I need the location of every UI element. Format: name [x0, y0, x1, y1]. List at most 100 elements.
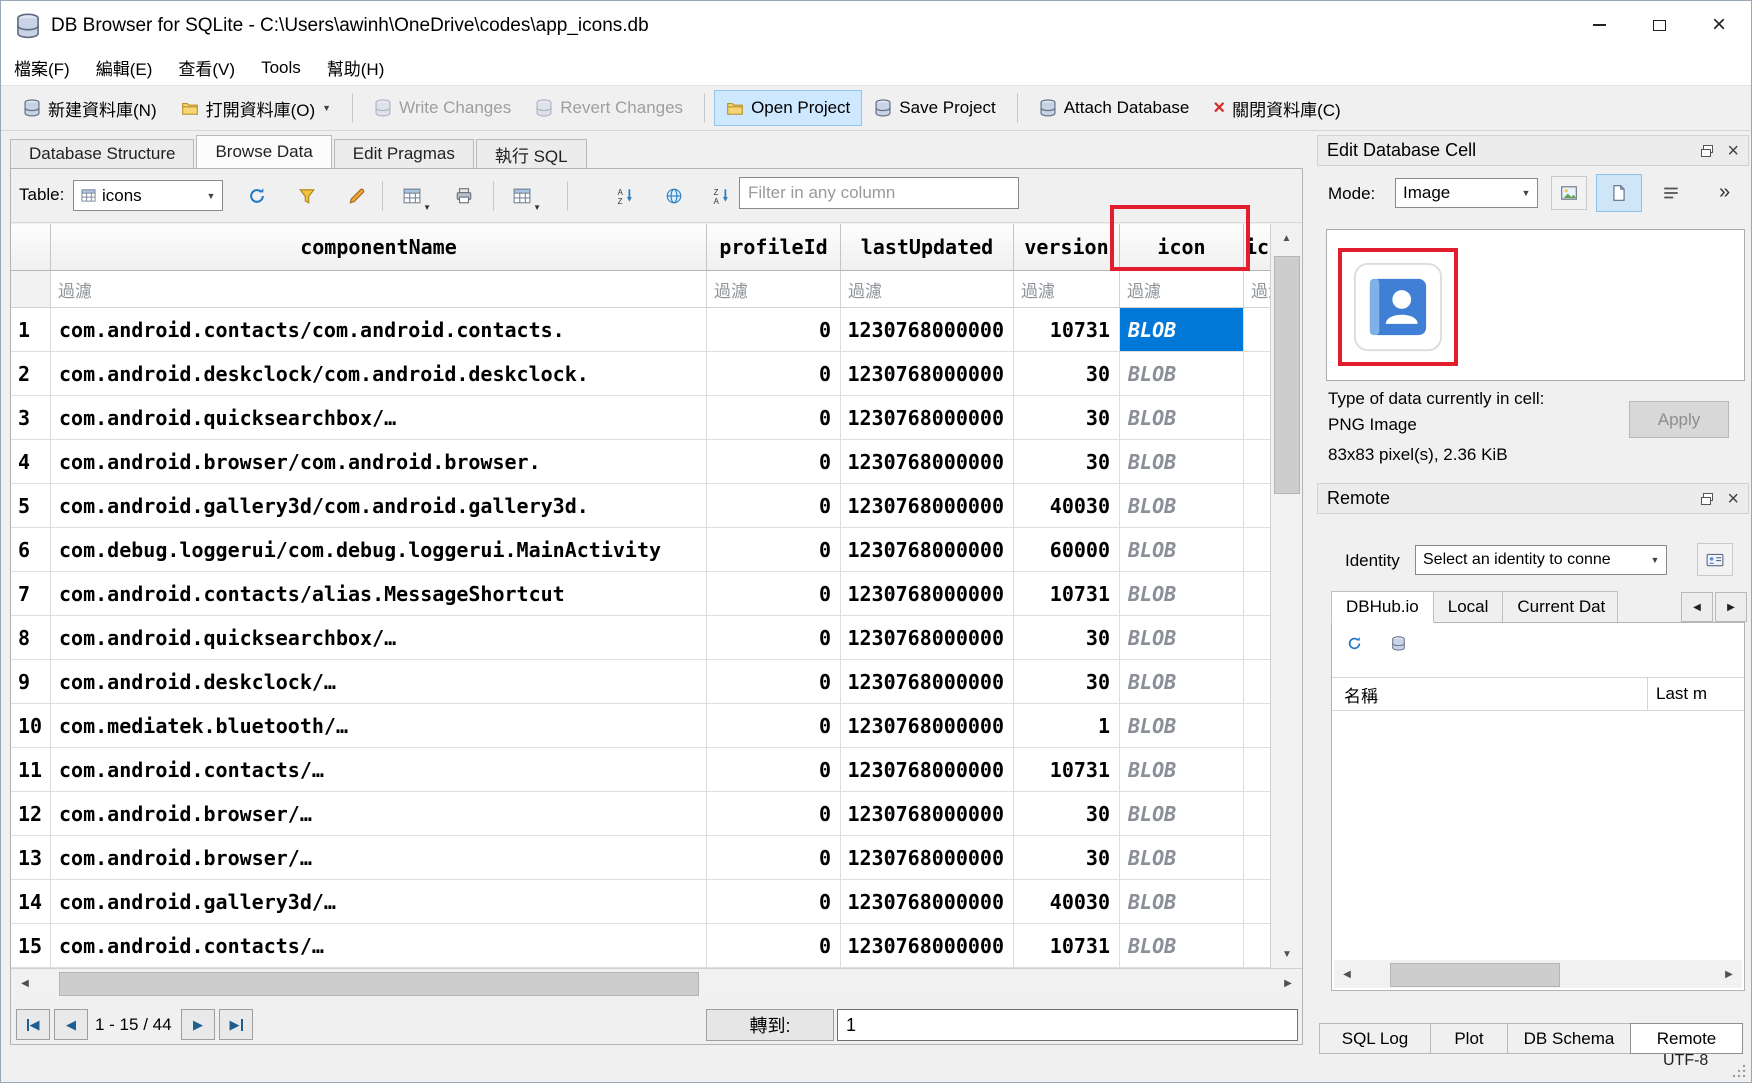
cell-version[interactable]: 30 [1014, 440, 1120, 484]
remote-hscroll-track[interactable] [1360, 961, 1716, 987]
remote-tab-local[interactable]: Local [1433, 591, 1504, 623]
apply-button[interactable]: Apply [1629, 401, 1729, 438]
cell-profileid[interactable]: 0 [707, 704, 841, 748]
row-number[interactable]: 7 [11, 572, 51, 616]
cell-componentname[interactable]: com.android.gallery3d/… [51, 880, 707, 924]
remote-refresh-button[interactable] [1340, 629, 1368, 657]
scroll-right-icon[interactable]: ▶ [1716, 961, 1742, 987]
cell-version[interactable]: 10731 [1014, 572, 1120, 616]
grid-vscrollbar[interactable]: ▲ ▼ [1270, 224, 1302, 968]
cell-componentname[interactable]: com.android.deskclock/… [51, 660, 707, 704]
row-number[interactable]: 10 [11, 704, 51, 748]
chevron-down-icon[interactable]: ▼ [200, 191, 222, 201]
tab-edit-pragmas[interactable]: Edit Pragmas [334, 139, 474, 168]
cell-partial[interactable] [1244, 880, 1270, 924]
cell-icon[interactable]: BLOB [1120, 308, 1244, 352]
cell-profileid[interactable]: 0 [707, 748, 841, 792]
remote-hscroll-thumb[interactable] [1390, 963, 1560, 987]
row-number[interactable]: 6 [11, 528, 51, 572]
cell-partial[interactable] [1244, 528, 1270, 572]
cell-profileid[interactable]: 0 [707, 440, 841, 484]
cell-icon[interactable]: BLOB [1120, 660, 1244, 704]
cell-icon[interactable]: BLOB [1120, 440, 1244, 484]
delete-record-button[interactable]: ▼ [505, 179, 539, 213]
tab-execute-sql[interactable]: 執行 SQL [476, 139, 587, 168]
cell-version[interactable]: 30 [1014, 396, 1120, 440]
cell-version[interactable]: 30 [1014, 836, 1120, 880]
text-view-toggle-button[interactable] [1596, 174, 1642, 212]
dock-tab-plot[interactable]: Plot [1430, 1023, 1508, 1054]
cell-icon[interactable]: BLOB [1120, 704, 1244, 748]
close-button[interactable]: × [1689, 1, 1749, 49]
cell-partial[interactable] [1244, 440, 1270, 484]
cell-partial[interactable] [1244, 308, 1270, 352]
float-panel-icon[interactable] [1699, 491, 1715, 507]
remote-hscrollbar[interactable]: ◀ ▶ [1334, 960, 1742, 988]
cell-profileid[interactable]: 0 [707, 352, 841, 396]
tab-scroll-right-button[interactable]: ▶ [1715, 592, 1747, 622]
row-number[interactable]: 5 [11, 484, 51, 528]
table-row[interactable]: 9 com.android.deskclock/… 0 123076800000… [11, 660, 1270, 704]
minimize-button[interactable] [1569, 1, 1629, 49]
cell-icon[interactable]: BLOB [1120, 924, 1244, 968]
cell-version[interactable]: 60000 [1014, 528, 1120, 572]
cell-lastupdated[interactable]: 1230768000000 [841, 704, 1014, 748]
cell-lastupdated[interactable]: 1230768000000 [841, 396, 1014, 440]
scroll-left-icon[interactable]: ◀ [11, 970, 39, 998]
filter-componentname[interactable]: 過濾 [51, 271, 707, 308]
cell-componentname[interactable]: com.android.contacts/com.android.contact… [51, 308, 707, 352]
cell-componentname[interactable]: com.android.browser/com.android.browser. [51, 440, 707, 484]
table-row[interactable]: 14 com.android.gallery3d/… 0 12307680000… [11, 880, 1270, 924]
filter-lastupdated[interactable]: 過濾 [841, 271, 1014, 308]
filter-icon[interactable]: 過濾 [1120, 271, 1244, 308]
table-row[interactable]: 2 com.android.deskclock/com.android.desk… [11, 352, 1270, 396]
menu-view[interactable]: 查看(V) [165, 50, 248, 85]
cell-partial[interactable] [1244, 924, 1270, 968]
table-row[interactable]: 6 com.debug.loggerui/com.debug.loggerui.… [11, 528, 1270, 572]
table-row[interactable]: 7 com.android.contacts/alias.MessageShor… [11, 572, 1270, 616]
cell-lastupdated[interactable]: 1230768000000 [841, 352, 1014, 396]
table-row[interactable]: 5 com.android.gallery3d/com.android.gall… [11, 484, 1270, 528]
cell-lastupdated[interactable]: 1230768000000 [841, 792, 1014, 836]
filter-version[interactable]: 過濾 [1014, 271, 1120, 308]
corner-header[interactable] [11, 224, 51, 271]
attach-database-button[interactable]: Attach Database [1027, 90, 1202, 126]
remote-tab-dbhub[interactable]: DBHub.io [1331, 591, 1434, 623]
encoding-button[interactable] [657, 179, 691, 213]
cell-componentname[interactable]: com.android.contacts/alias.MessageShortc… [51, 572, 707, 616]
remote-tab-current-database[interactable]: Current Dat [1502, 591, 1618, 623]
column-header-version[interactable]: version [1014, 224, 1120, 271]
cell-icon[interactable]: BLOB [1120, 484, 1244, 528]
sort-ascending-button[interactable] [609, 179, 643, 213]
cell-lastupdated[interactable]: 1230768000000 [841, 616, 1014, 660]
cell-profileid[interactable]: 0 [707, 528, 841, 572]
close-database-button[interactable]: × 關閉資料庫(C) [1201, 88, 1352, 129]
scroll-left-icon[interactable]: ◀ [1334, 961, 1360, 987]
row-number[interactable]: 12 [11, 792, 51, 836]
previous-record-button[interactable]: ◀ [54, 1009, 88, 1040]
menu-help[interactable]: 幫助(H) [314, 50, 398, 85]
cell-partial[interactable] [1244, 572, 1270, 616]
open-database-caret-icon[interactable]: ▼ [322, 103, 331, 113]
chevron-down-icon[interactable]: ▼ [1515, 188, 1537, 198]
cell-partial[interactable] [1244, 704, 1270, 748]
table-row[interactable]: 1 com.android.contacts/com.android.conta… [11, 308, 1270, 352]
column-header-icon[interactable]: icon [1120, 224, 1244, 271]
cell-icon[interactable]: BLOB [1120, 616, 1244, 660]
close-panel-icon[interactable]: × [1727, 489, 1739, 509]
cell-icon[interactable]: BLOB [1120, 572, 1244, 616]
table-row[interactable]: 10 com.mediatek.bluetooth/… 0 1230768000… [11, 704, 1270, 748]
identity-settings-button[interactable] [1697, 543, 1733, 576]
cell-componentname[interactable]: com.android.browser/… [51, 792, 707, 836]
revert-changes-button[interactable]: Revert Changes [523, 90, 695, 126]
goto-button[interactable]: 轉到: [706, 1009, 834, 1041]
cell-icon[interactable]: BLOB [1120, 880, 1244, 924]
cell-lastupdated[interactable]: 1230768000000 [841, 836, 1014, 880]
hscroll-track[interactable] [39, 970, 1274, 998]
cell-icon[interactable]: BLOB [1120, 396, 1244, 440]
insert-record-caret-icon[interactable]: ▼ [423, 203, 431, 212]
cell-partial[interactable] [1244, 484, 1270, 528]
grid-hscrollbar[interactable]: ◀ ▶ [11, 968, 1302, 998]
cell-icon[interactable]: BLOB [1120, 792, 1244, 836]
global-filter-input[interactable] [739, 177, 1019, 209]
